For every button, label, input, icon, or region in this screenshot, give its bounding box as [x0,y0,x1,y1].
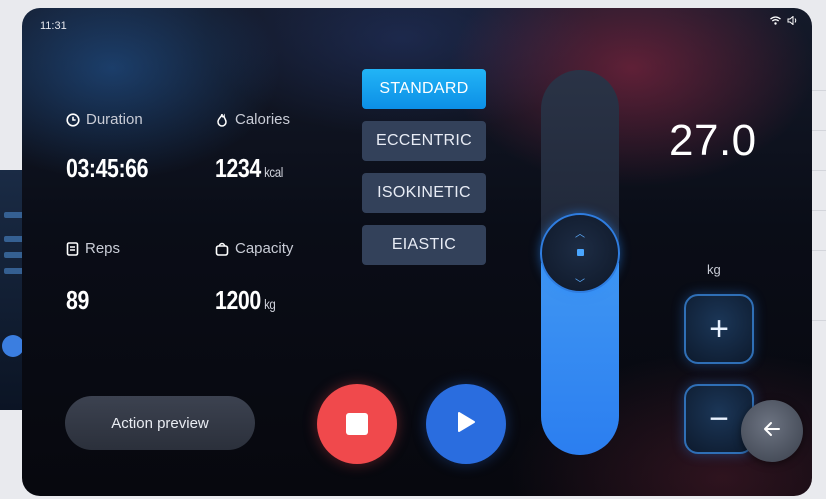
chevron-down-icon: ﹀ [575,279,585,290]
calories-label: Calories [235,111,291,128]
duration-label: Duration [86,111,143,128]
minus-icon: − [709,399,729,438]
calories-unit: kcal [264,164,283,180]
arrow-left-icon [763,420,781,443]
calories-label-group: Calories [215,111,290,128]
stop-icon [346,413,368,435]
duration-value: 03:45:66 [66,153,149,183]
weight-unit: kg [707,262,721,277]
weight-icon [215,242,229,256]
action-preview-button[interactable]: Action preview [65,396,255,450]
mode-isokinetic-button[interactable]: ISOKINETIC [362,173,486,213]
capacity-label-group: Capacity [215,240,293,257]
document-icon [66,241,79,256]
capacity-unit: kg [264,296,276,312]
device-screen: 11:31 Duration 03:45:66 Calories 1234 kca… [22,8,812,496]
calories-value: 1234 kcal [215,153,283,184]
duration-label-group: Duration [66,111,143,128]
flame-icon [215,113,229,127]
wifi-icon [770,16,781,25]
back-button[interactable] [741,400,803,462]
chevron-up-icon: ︿ [575,229,585,240]
stop-button[interactable] [317,384,397,464]
calories-number: 1234 [215,153,261,183]
play-button[interactable] [426,384,506,464]
status-icons [770,16,798,25]
reps-label: Reps [85,240,121,257]
capacity-value: 1200 kg [215,285,276,316]
mode-eccentric-button[interactable]: ECCENTRIC [362,121,486,161]
background-dot [2,335,24,357]
clock-icon [66,112,80,127]
status-time: 11:31 [40,20,67,32]
reps-label-group: Reps [66,240,120,257]
weight-value: 27.0 [669,116,757,165]
mode-elastic-button[interactable]: EIASTIC [362,225,486,265]
mode-standard-button[interactable]: STANDARD [362,69,486,109]
increase-weight-button[interactable]: + [684,294,754,364]
capacity-number: 1200 [215,285,261,315]
capacity-label: Capacity [235,240,294,257]
plus-icon: + [709,309,729,348]
play-icon [456,411,476,438]
weight-slider-handle[interactable]: ︿ ﹀ [540,213,620,293]
speaker-icon [787,16,798,25]
reps-value: 89 [66,285,89,315]
handle-dot [577,249,584,256]
